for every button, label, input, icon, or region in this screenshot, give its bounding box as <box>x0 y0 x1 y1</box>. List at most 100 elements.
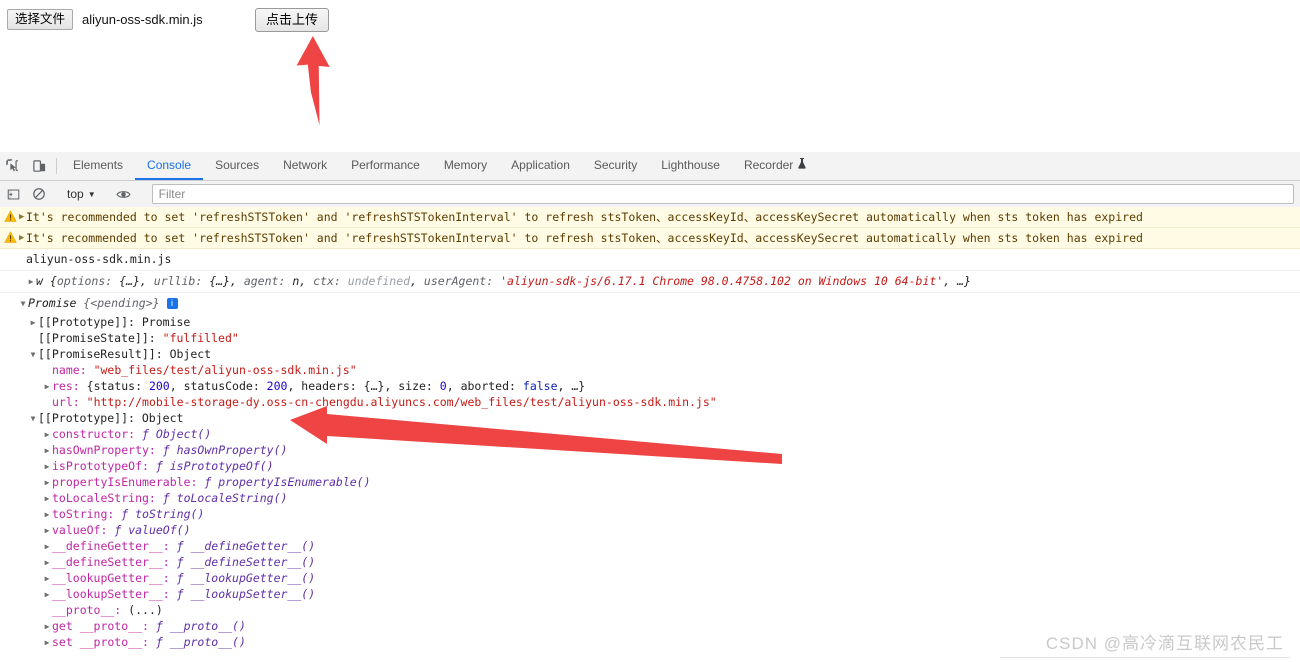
property-row[interactable]: ▶ propertyIsEnumerable: ƒ propertyIsEnume… <box>0 474 1300 490</box>
prop-value: {…} <box>119 274 140 288</box>
collapse-triangle-icon[interactable]: ▼ <box>18 293 28 314</box>
property-row[interactable]: ▸url: "http://mobile-storage-dy.oss-cn-c… <box>0 394 1300 410</box>
expand-triangle-icon[interactable]: ▶ <box>42 523 52 539</box>
tab-console[interactable]: Console <box>135 152 204 180</box>
property-row[interactable]: ▼ [[PromiseResult]]: Object <box>0 346 1300 362</box>
choose-file-button[interactable]: 选择文件 <box>7 8 74 30</box>
property-row[interactable]: ▶ __defineSetter__: ƒ __defineSetter__() <box>0 554 1300 570</box>
expand-triangle-icon[interactable]: ▶ <box>42 427 52 443</box>
property-key: __defineGetter__: <box>52 539 170 553</box>
property-value: (...) <box>128 603 163 617</box>
collapse-triangle-icon[interactable]: ▼ <box>28 411 38 427</box>
tab-sources[interactable]: Sources <box>203 152 271 180</box>
screenshot-root: 选择文件 aliyun-oss-sdk.min.js 点击上传 Elements… <box>0 0 1300 662</box>
property-row[interactable]: ▸__proto__: (...) <box>0 602 1300 618</box>
tab-lighthouse[interactable]: Lighthouse <box>649 152 732 180</box>
expand-triangle-icon[interactable]: ▶ <box>26 271 36 292</box>
property-row[interactable]: ▸name: "web_files/test/aliyun-oss-sdk.mi… <box>0 362 1300 378</box>
live-expression-eye-icon[interactable] <box>111 187 137 202</box>
tab-application[interactable]: Application <box>499 152 582 180</box>
property-row[interactable]: ▶ isPrototypeOf: ƒ isPrototypeOf() <box>0 458 1300 474</box>
property-key: res: <box>52 379 80 393</box>
tab-elements[interactable]: Elements <box>61 152 135 180</box>
inspect-element-icon[interactable] <box>0 152 26 180</box>
console-warning-row[interactable]: ▶ It's recommended to set 'refreshSTSTok… <box>0 207 1300 228</box>
property-row[interactable]: ▼ [[Prototype]]: Object <box>0 410 1300 426</box>
expand-triangle-icon[interactable]: ▶ <box>42 571 52 587</box>
tab-memory[interactable]: Memory <box>432 152 499 180</box>
tab-label: Console <box>147 158 192 172</box>
property-row[interactable]: ▶ res: {status: 200, statusCode: 200, hea… <box>0 378 1300 394</box>
property-key: set __proto__: <box>52 635 149 649</box>
prop-key: ctx: <box>313 274 341 288</box>
clear-console-icon[interactable] <box>26 187 52 201</box>
property-value: ƒ valueOf() <box>114 523 191 537</box>
tab-security[interactable]: Security <box>582 152 649 180</box>
tab-label: Security <box>593 158 638 172</box>
console-object-row[interactable]: ▶ w {options: {…}, urllib: {…}, agent: n,… <box>0 271 1300 293</box>
property-row[interactable]: ▶ __lookupSetter__: ƒ __lookupSetter__() <box>0 586 1300 602</box>
expand-triangle-icon[interactable]: ▶ <box>19 228 24 248</box>
property-row[interactable]: ▸[[PromiseState]]: "fulfilled" <box>0 330 1300 346</box>
collapse-triangle-icon[interactable]: ▼ <box>28 347 38 363</box>
property-row[interactable]: ▶ toString: ƒ toString() <box>0 506 1300 522</box>
property-value: ƒ propertyIsEnumerable() <box>204 475 371 489</box>
expand-triangle-icon[interactable]: ▶ <box>28 315 38 331</box>
triangle-placeholder: ▸ <box>28 331 38 347</box>
upload-button[interactable]: 点击上传 <box>255 8 330 32</box>
devtools-panel: Elements Console Sources Network Perform… <box>0 152 1300 662</box>
expand-triangle-icon[interactable]: ▶ <box>42 555 52 571</box>
property-row[interactable]: ▶ toLocaleString: ƒ toLocaleString() <box>0 490 1300 506</box>
property-row[interactable]: ▶ constructor: ƒ Object() <box>0 426 1300 442</box>
prop-value: 'aliyun-sdk-js/6.17.1 Chrome 98.0.4758.1… <box>500 274 944 288</box>
property-row[interactable]: ▶ valueOf: ƒ valueOf() <box>0 522 1300 538</box>
object-ellipsis: , …} <box>943 274 971 288</box>
expand-triangle-icon[interactable]: ▶ <box>42 379 52 395</box>
expand-triangle-icon[interactable]: ▶ <box>42 619 52 635</box>
expand-triangle-icon[interactable]: ▶ <box>42 475 52 491</box>
red-arrow-up <box>296 36 330 126</box>
expand-triangle-icon[interactable]: ▶ <box>42 459 52 475</box>
property-value: Object <box>169 347 212 361</box>
tab-label: Sources <box>215 158 260 172</box>
console-warning-row[interactable]: ▶ It's recommended to set 'refreshSTSTok… <box>0 228 1300 249</box>
tab-label: Network <box>283 158 328 172</box>
expand-triangle-icon[interactable]: ▶ <box>42 587 52 603</box>
property-row[interactable]: ▶ hasOwnProperty: ƒ hasOwnProperty() <box>0 442 1300 458</box>
selected-file-name: aliyun-oss-sdk.min.js <box>82 11 203 27</box>
tab-label: Application <box>511 158 570 172</box>
csdn-watermark: CSDN @高冷滴互联网农民工 <box>1045 634 1284 653</box>
tab-network[interactable]: Network <box>271 152 339 180</box>
expand-triangle-icon[interactable]: ▶ <box>42 491 52 507</box>
tab-recorder[interactable]: Recorder <box>732 152 819 180</box>
property-row[interactable]: ▶ [[Prototype]]: Promise <box>0 314 1300 330</box>
property-value: "fulfilled" <box>162 331 239 345</box>
property-key: hasOwnProperty: <box>52 443 156 457</box>
promise-property-rows: ▶[[Prototype]]: Promise▸[[PromiseState]]… <box>0 314 1300 650</box>
console-message-list: ▶ It's recommended to set 'refreshSTSTok… <box>0 207 1300 662</box>
promise-header-row[interactable]: ▼ Promise {<pending>} i <box>0 293 1300 314</box>
property-key: __lookupGetter__: <box>52 571 170 585</box>
expand-triangle-icon[interactable]: ▶ <box>42 539 52 555</box>
info-badge-icon[interactable]: i <box>166 298 178 309</box>
expand-triangle-icon[interactable]: ▶ <box>42 507 52 523</box>
property-row[interactable]: ▶ __lookupGetter__: ƒ __lookupGetter__() <box>0 570 1300 586</box>
expand-triangle-icon[interactable]: ▶ <box>42 443 52 459</box>
property-value: ƒ __defineSetter__() <box>176 555 316 569</box>
property-row[interactable]: ▶ __defineGetter__: ƒ __defineGetter__() <box>0 538 1300 554</box>
expand-triangle-icon[interactable]: ▶ <box>42 635 52 651</box>
property-key: get __proto__: <box>52 619 149 633</box>
console-sidebar-icon[interactable] <box>0 188 26 201</box>
device-toolbar-icon[interactable] <box>26 152 52 180</box>
watermark-underline <box>1000 657 1290 658</box>
devtools-tab-list: Elements Console Sources Network Perform… <box>61 152 819 180</box>
property-value: ƒ toString() <box>121 507 205 521</box>
property-key: toLocaleString: <box>52 491 156 505</box>
property-value: ƒ __proto__() <box>155 635 246 649</box>
filter-input[interactable]: Filter <box>151 184 1294 204</box>
tab-label: Recorder <box>743 158 794 172</box>
expand-triangle-icon[interactable]: ▶ <box>19 207 24 227</box>
tab-performance[interactable]: Performance <box>339 152 432 180</box>
property-value: {status: 200, statusCode: 200, headers: … <box>86 379 586 393</box>
execution-context-dropdown[interactable]: top ▼ <box>61 187 102 201</box>
